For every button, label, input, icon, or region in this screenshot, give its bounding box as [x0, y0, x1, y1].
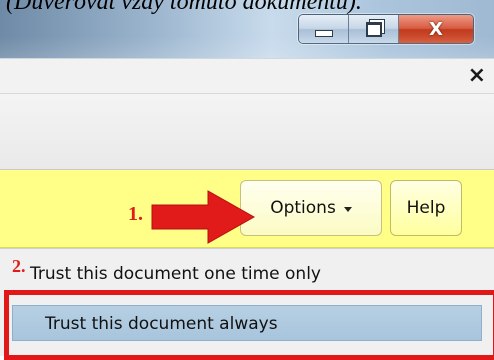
help-button[interactable]: Help [390, 180, 462, 236]
options-button[interactable]: Options [240, 180, 382, 236]
annotation-arrow-icon [151, 190, 256, 244]
step-2-label: 2. [12, 256, 26, 276]
step-1-label: 1. [128, 203, 143, 225]
close-document-icon[interactable]: × [468, 63, 486, 88]
menu-item-label: Trust this document one time only [30, 264, 321, 284]
minimize-icon [314, 29, 333, 37]
minimize-button[interactable] [299, 15, 349, 43]
chevron-down-icon [343, 206, 352, 212]
options-button-label: Options [270, 198, 336, 218]
close-window-button[interactable]: X [399, 15, 473, 43]
caption-text: (Důvěřovat vždy tomuto dokumentu). [6, 0, 362, 15]
document-close-bar: × [0, 58, 494, 94]
help-button-label: Help [406, 198, 446, 218]
toolbar-area [0, 94, 494, 170]
close-icon: X [429, 18, 443, 40]
window-controls: X [298, 14, 474, 44]
options-dropdown-menu: Trust this document one time only Trust … [0, 248, 494, 356]
menu-item-trust-once[interactable]: Trust this document one time only [0, 257, 494, 291]
restore-button[interactable] [349, 15, 399, 43]
restore-icon [365, 21, 382, 37]
menu-item-label: Trust this document always [45, 314, 278, 334]
menu-item-trust-always[interactable]: Trust this document always [12, 305, 482, 341]
